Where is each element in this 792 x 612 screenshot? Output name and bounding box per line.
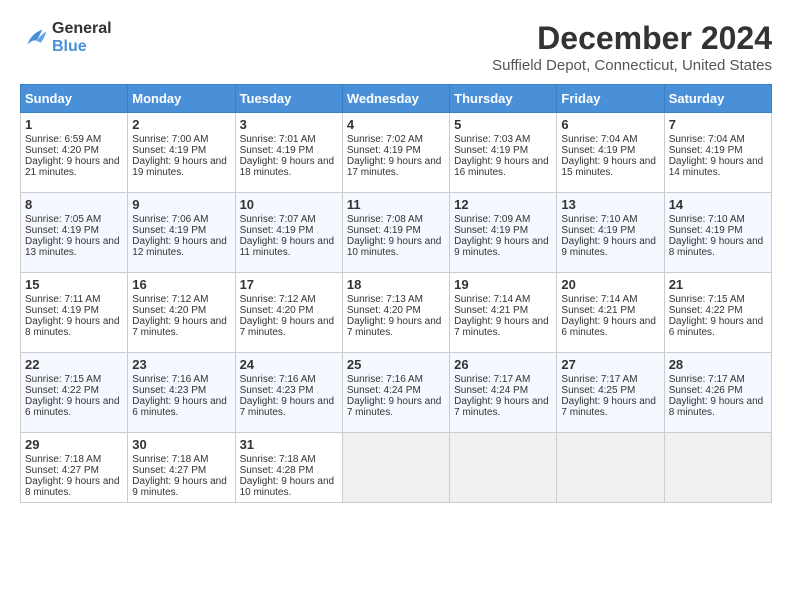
day-number: 23 [132,357,230,372]
day-number: 9 [132,197,230,212]
calendar-cell: 20Sunrise: 7:14 AMSunset: 4:21 PMDayligh… [557,273,664,353]
day-number: 11 [347,197,445,212]
day-number: 12 [454,197,552,212]
day-number: 4 [347,117,445,132]
calendar-cell: 2Sunrise: 7:00 AMSunset: 4:19 PMDaylight… [128,113,235,193]
col-header-tuesday: Tuesday [235,85,342,113]
day-number: 6 [561,117,659,132]
calendar-cell: 11Sunrise: 7:08 AMSunset: 4:19 PMDayligh… [342,193,449,273]
calendar-cell: 5Sunrise: 7:03 AMSunset: 4:19 PMDaylight… [450,113,557,193]
calendar-cell: 31Sunrise: 7:18 AMSunset: 4:28 PMDayligh… [235,433,342,503]
calendar-cell: 18Sunrise: 7:13 AMSunset: 4:20 PMDayligh… [342,273,449,353]
day-number: 24 [240,357,338,372]
calendar-cell: 9Sunrise: 7:06 AMSunset: 4:19 PMDaylight… [128,193,235,273]
page-header: General Blue December 2024 Suffield Depo… [20,20,772,74]
calendar-cell: 1Sunrise: 6:59 AMSunset: 4:20 PMDaylight… [21,113,128,193]
location-subtitle: Suffield Depot, Connecticut, United Stat… [492,57,772,74]
calendar-cell: 4Sunrise: 7:02 AMSunset: 4:19 PMDaylight… [342,113,449,193]
logo: General Blue [20,20,112,55]
calendar-cell: 17Sunrise: 7:12 AMSunset: 4:20 PMDayligh… [235,273,342,353]
day-number: 19 [454,277,552,292]
calendar-cell: 30Sunrise: 7:18 AMSunset: 4:27 PMDayligh… [128,433,235,503]
calendar-cell: 12Sunrise: 7:09 AMSunset: 4:19 PMDayligh… [450,193,557,273]
calendar-cell: 25Sunrise: 7:16 AMSunset: 4:24 PMDayligh… [342,353,449,433]
day-number: 10 [240,197,338,212]
calendar-cell: 29Sunrise: 7:18 AMSunset: 4:27 PMDayligh… [21,433,128,503]
day-number: 16 [132,277,230,292]
calendar-cell: 10Sunrise: 7:07 AMSunset: 4:19 PMDayligh… [235,193,342,273]
col-header-saturday: Saturday [664,85,771,113]
day-number: 5 [454,117,552,132]
day-number: 22 [25,357,123,372]
calendar-cell: 28Sunrise: 7:17 AMSunset: 4:26 PMDayligh… [664,353,771,433]
day-number: 13 [561,197,659,212]
day-number: 21 [669,277,767,292]
day-number: 1 [25,117,123,132]
title-area: December 2024 Suffield Depot, Connecticu… [492,20,772,74]
col-header-thursday: Thursday [450,85,557,113]
logo-icon [20,24,48,52]
calendar-cell: 7Sunrise: 7:04 AMSunset: 4:19 PMDaylight… [664,113,771,193]
calendar-table: SundayMondayTuesdayWednesdayThursdayFrid… [20,84,772,503]
logo-text: General Blue [52,20,112,55]
calendar-cell: 6Sunrise: 7:04 AMSunset: 4:19 PMDaylight… [557,113,664,193]
calendar-cell [342,433,449,503]
day-number: 18 [347,277,445,292]
calendar-cell: 16Sunrise: 7:12 AMSunset: 4:20 PMDayligh… [128,273,235,353]
calendar-cell: 22Sunrise: 7:15 AMSunset: 4:22 PMDayligh… [21,353,128,433]
col-header-sunday: Sunday [21,85,128,113]
calendar-cell: 8Sunrise: 7:05 AMSunset: 4:19 PMDaylight… [21,193,128,273]
day-number: 28 [669,357,767,372]
day-number: 2 [132,117,230,132]
month-title: December 2024 [492,20,772,57]
day-number: 30 [132,437,230,452]
day-number: 20 [561,277,659,292]
day-number: 17 [240,277,338,292]
day-number: 15 [25,277,123,292]
col-header-friday: Friday [557,85,664,113]
calendar-cell [664,433,771,503]
day-number: 29 [25,437,123,452]
col-header-wednesday: Wednesday [342,85,449,113]
calendar-cell: 23Sunrise: 7:16 AMSunset: 4:23 PMDayligh… [128,353,235,433]
day-number: 3 [240,117,338,132]
day-number: 14 [669,197,767,212]
calendar-cell: 19Sunrise: 7:14 AMSunset: 4:21 PMDayligh… [450,273,557,353]
calendar-cell: 24Sunrise: 7:16 AMSunset: 4:23 PMDayligh… [235,353,342,433]
calendar-cell: 15Sunrise: 7:11 AMSunset: 4:19 PMDayligh… [21,273,128,353]
day-number: 27 [561,357,659,372]
calendar-cell: 3Sunrise: 7:01 AMSunset: 4:19 PMDaylight… [235,113,342,193]
day-number: 25 [347,357,445,372]
calendar-cell [557,433,664,503]
calendar-cell: 21Sunrise: 7:15 AMSunset: 4:22 PMDayligh… [664,273,771,353]
calendar-cell [450,433,557,503]
day-number: 31 [240,437,338,452]
calendar-cell: 14Sunrise: 7:10 AMSunset: 4:19 PMDayligh… [664,193,771,273]
calendar-cell: 27Sunrise: 7:17 AMSunset: 4:25 PMDayligh… [557,353,664,433]
calendar-cell: 13Sunrise: 7:10 AMSunset: 4:19 PMDayligh… [557,193,664,273]
day-number: 26 [454,357,552,372]
col-header-monday: Monday [128,85,235,113]
day-number: 7 [669,117,767,132]
calendar-cell: 26Sunrise: 7:17 AMSunset: 4:24 PMDayligh… [450,353,557,433]
day-number: 8 [25,197,123,212]
